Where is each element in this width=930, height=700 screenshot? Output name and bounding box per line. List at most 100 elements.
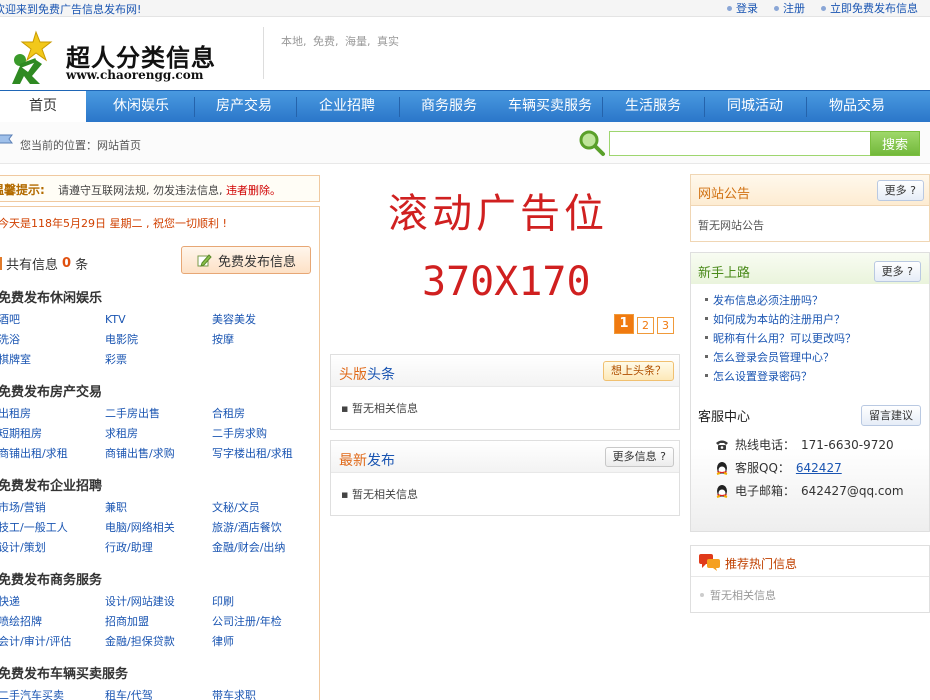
guide-link[interactable]: 昵称有什么用？可以更改吗？ [713, 330, 856, 346]
main-nav: 首页 休闲娱乐 房产交易 企业招聘 商务服务 车辆买卖服务 生活服务 同城活动 … [0, 90, 930, 123]
category-link[interactable]: 兼职 [105, 500, 212, 516]
category-link[interactable]: 彩票 [105, 352, 212, 368]
beginner-guide-box: 新手上路 更多 ? 发布信息必须注册吗？ 如何成为本站的注册用户？ 昵称有什么用… [690, 252, 930, 532]
category-link[interactable]: 写字楼出租/求租 [212, 446, 318, 462]
ad-pager: 1 2 3 [614, 314, 674, 334]
hotline-line: 热线电话： 171-6630-9720 [715, 436, 894, 453]
category-link[interactable]: 带车求职 [212, 688, 318, 700]
nav-city-events[interactable]: 同城活动 [705, 91, 805, 122]
nav-vehicles[interactable]: 车辆买卖服务 [498, 91, 602, 122]
guide-link[interactable]: 发布信息必须注册吗？ [713, 292, 823, 308]
headline-empty: ▪ 暂无相关信息 [341, 402, 418, 415]
count-bar-icon [0, 257, 2, 270]
category-link[interactable]: 喷绘招牌 [0, 614, 105, 630]
guide-link[interactable]: 怎么设置登录密码？ [713, 368, 812, 384]
category-link[interactable]: 招商加盟 [105, 614, 212, 630]
category-business: 免费发布商务服务 快递 设计/网站建设 印刷 喷绘招牌 招商加盟 公司注册/年检… [0, 569, 318, 650]
category-links: 出租房 二手房出售 合租房 短期租房 求租房 二手房求购 商铺出租/求租 商铺出… [0, 406, 318, 462]
category-link[interactable]: 电脑/网络相关 [105, 520, 212, 536]
category-link[interactable]: 棋牌室 [0, 352, 105, 368]
category-link[interactable]: 旅游/酒店餐饮 [212, 520, 318, 536]
login-link[interactable]: 登录 [727, 0, 758, 16]
guide-link[interactable]: 怎么登录会员管理中心？ [713, 349, 834, 365]
email-address: 642427@qq.com [801, 483, 904, 498]
logo-icon[interactable] [6, 30, 58, 86]
feedback-button[interactable]: 留言建议 [861, 405, 921, 426]
free-publish-button[interactable]: 免费发布信息 [181, 246, 311, 274]
category-jobs: 免费发布企业招聘 市场/营销 兼职 文秘/文员 技工/一般工人 电脑/网络相关 … [0, 475, 318, 556]
search-icon [579, 130, 605, 156]
list-item: 发布信息必须注册吗？ [705, 290, 856, 309]
category-panel: 今天是118年5月29日 星期二 , 祝您一切顺利 ! 共有信息 0 条 免费发布信… [0, 206, 320, 700]
guide-link[interactable]: 如何成为本站的注册用户？ [713, 311, 845, 327]
ad-page-3[interactable]: 3 [657, 317, 674, 334]
category-link[interactable]: 公司注册/年检 [212, 614, 318, 630]
category-link[interactable]: 洗浴 [0, 332, 105, 348]
nav-real-estate[interactable]: 房产交易 [195, 91, 293, 122]
nav-leisure[interactable]: 休闲娱乐 [88, 91, 194, 122]
bullet-icon [774, 5, 779, 11]
want-headline-button[interactable]: 想上头条？ [603, 361, 674, 381]
category-links: 市场/营销 兼职 文秘/文员 技工/一般工人 电脑/网络相关 旅游/酒店餐饮 设… [0, 500, 318, 556]
bullet-icon [705, 355, 708, 358]
category-title[interactable]: 免费发布休闲娱乐 [0, 287, 318, 306]
site-header: 超人分类信息 www.chaorengg.com 本地, 免费, 海量, 真实 [0, 18, 930, 90]
category-link[interactable]: 金融/担保贷款 [105, 634, 212, 650]
post-free-link[interactable]: 立即免费发布信息 [821, 0, 918, 16]
category-link[interactable]: 求租房 [105, 426, 212, 442]
nav-life-services[interactable]: 生活服务 [603, 91, 703, 122]
site-notice-more-button[interactable]: 更多 ? [876, 180, 924, 201]
guide-header: 新手上路 更多 ? [691, 253, 929, 284]
category-link[interactable]: 设计/网站建设 [105, 594, 212, 610]
category-link[interactable]: 会计/审计/评估 [0, 634, 105, 650]
category-link[interactable]: 美容美发 [212, 312, 318, 328]
category-title[interactable]: 免费发布房产交易 [0, 381, 318, 400]
category-link[interactable]: 行政/助理 [105, 540, 212, 556]
ad-page-1[interactable]: 1 [614, 314, 634, 334]
latest-empty: ▪ 暂无相关信息 [341, 488, 418, 501]
category-title[interactable]: 免费发布企业招聘 [0, 475, 318, 494]
ad-title: 滚动广告位 [388, 191, 608, 237]
hot-info-box: 推荐热门信息 暂无相关信息 [690, 545, 930, 613]
category-link[interactable]: 酒吧 [0, 312, 105, 328]
category-link[interactable]: 二手房求购 [212, 426, 318, 442]
ad-page-2[interactable]: 2 [637, 317, 654, 334]
category-leisure: 免费发布休闲娱乐 酒吧 KTV 美容美发 洗浴 电影院 按摩 棋牌室 彩票 [0, 287, 318, 368]
category-link[interactable]: 按摩 [212, 332, 318, 348]
category-link[interactable]: 二手汽车买卖 [0, 688, 105, 700]
category-link[interactable]: 印刷 [212, 594, 318, 610]
category-link[interactable]: 设计/策划 [0, 540, 105, 556]
category-link[interactable]: 市场/营销 [0, 500, 105, 516]
category-link[interactable]: 律师 [212, 634, 318, 650]
qq-line: 客服QQ： 642427 [715, 459, 842, 476]
nav-goods-trade[interactable]: 物品交易 [807, 91, 907, 122]
category-link[interactable]: 商铺出售/求购 [105, 446, 212, 462]
category-link[interactable]: 快递 [0, 594, 105, 610]
search-input[interactable] [609, 131, 871, 156]
category-link[interactable]: 合租房 [212, 406, 318, 422]
guide-more-button[interactable]: 更多 ? [873, 261, 921, 282]
more-latest-button[interactable]: 更多信息 ? [604, 447, 674, 467]
category-title[interactable]: 免费发布商务服务 [0, 569, 318, 588]
category-link[interactable]: 电影院 [105, 332, 212, 348]
qq-link[interactable]: 642427 [796, 461, 842, 475]
list-item: 昵称有什么用？可以更改吗？ [705, 328, 856, 347]
rotating-ad-banner[interactable]: 滚动广告位 370X170 1 2 3 [330, 175, 680, 343]
list-item: 怎么登录会员管理中心？ [705, 347, 856, 366]
register-link[interactable]: 注册 [774, 0, 805, 16]
category-link[interactable]: 短期租房 [0, 426, 105, 442]
category-link[interactable]: 技工/一般工人 [0, 520, 105, 536]
category-link[interactable]: 文秘/文员 [212, 500, 318, 516]
category-link[interactable]: 租车/代驾 [105, 688, 212, 700]
nav-business[interactable]: 商务服务 [400, 91, 498, 122]
search-button[interactable]: 搜索 [870, 131, 920, 156]
category-link[interactable]: 金融/财会/出纳 [212, 540, 318, 556]
nav-home[interactable]: 首页 [0, 91, 86, 123]
hot-title: 推荐热门信息 [725, 557, 798, 571]
category-link[interactable]: 二手房出售 [105, 406, 212, 422]
category-link[interactable]: KTV [105, 312, 212, 328]
category-link[interactable]: 商铺出租/求租 [0, 446, 105, 462]
category-title[interactable]: 免费发布车辆买卖服务 [0, 663, 318, 682]
category-link[interactable]: 出租房 [0, 406, 105, 422]
nav-jobs[interactable]: 企业招聘 [297, 91, 397, 122]
